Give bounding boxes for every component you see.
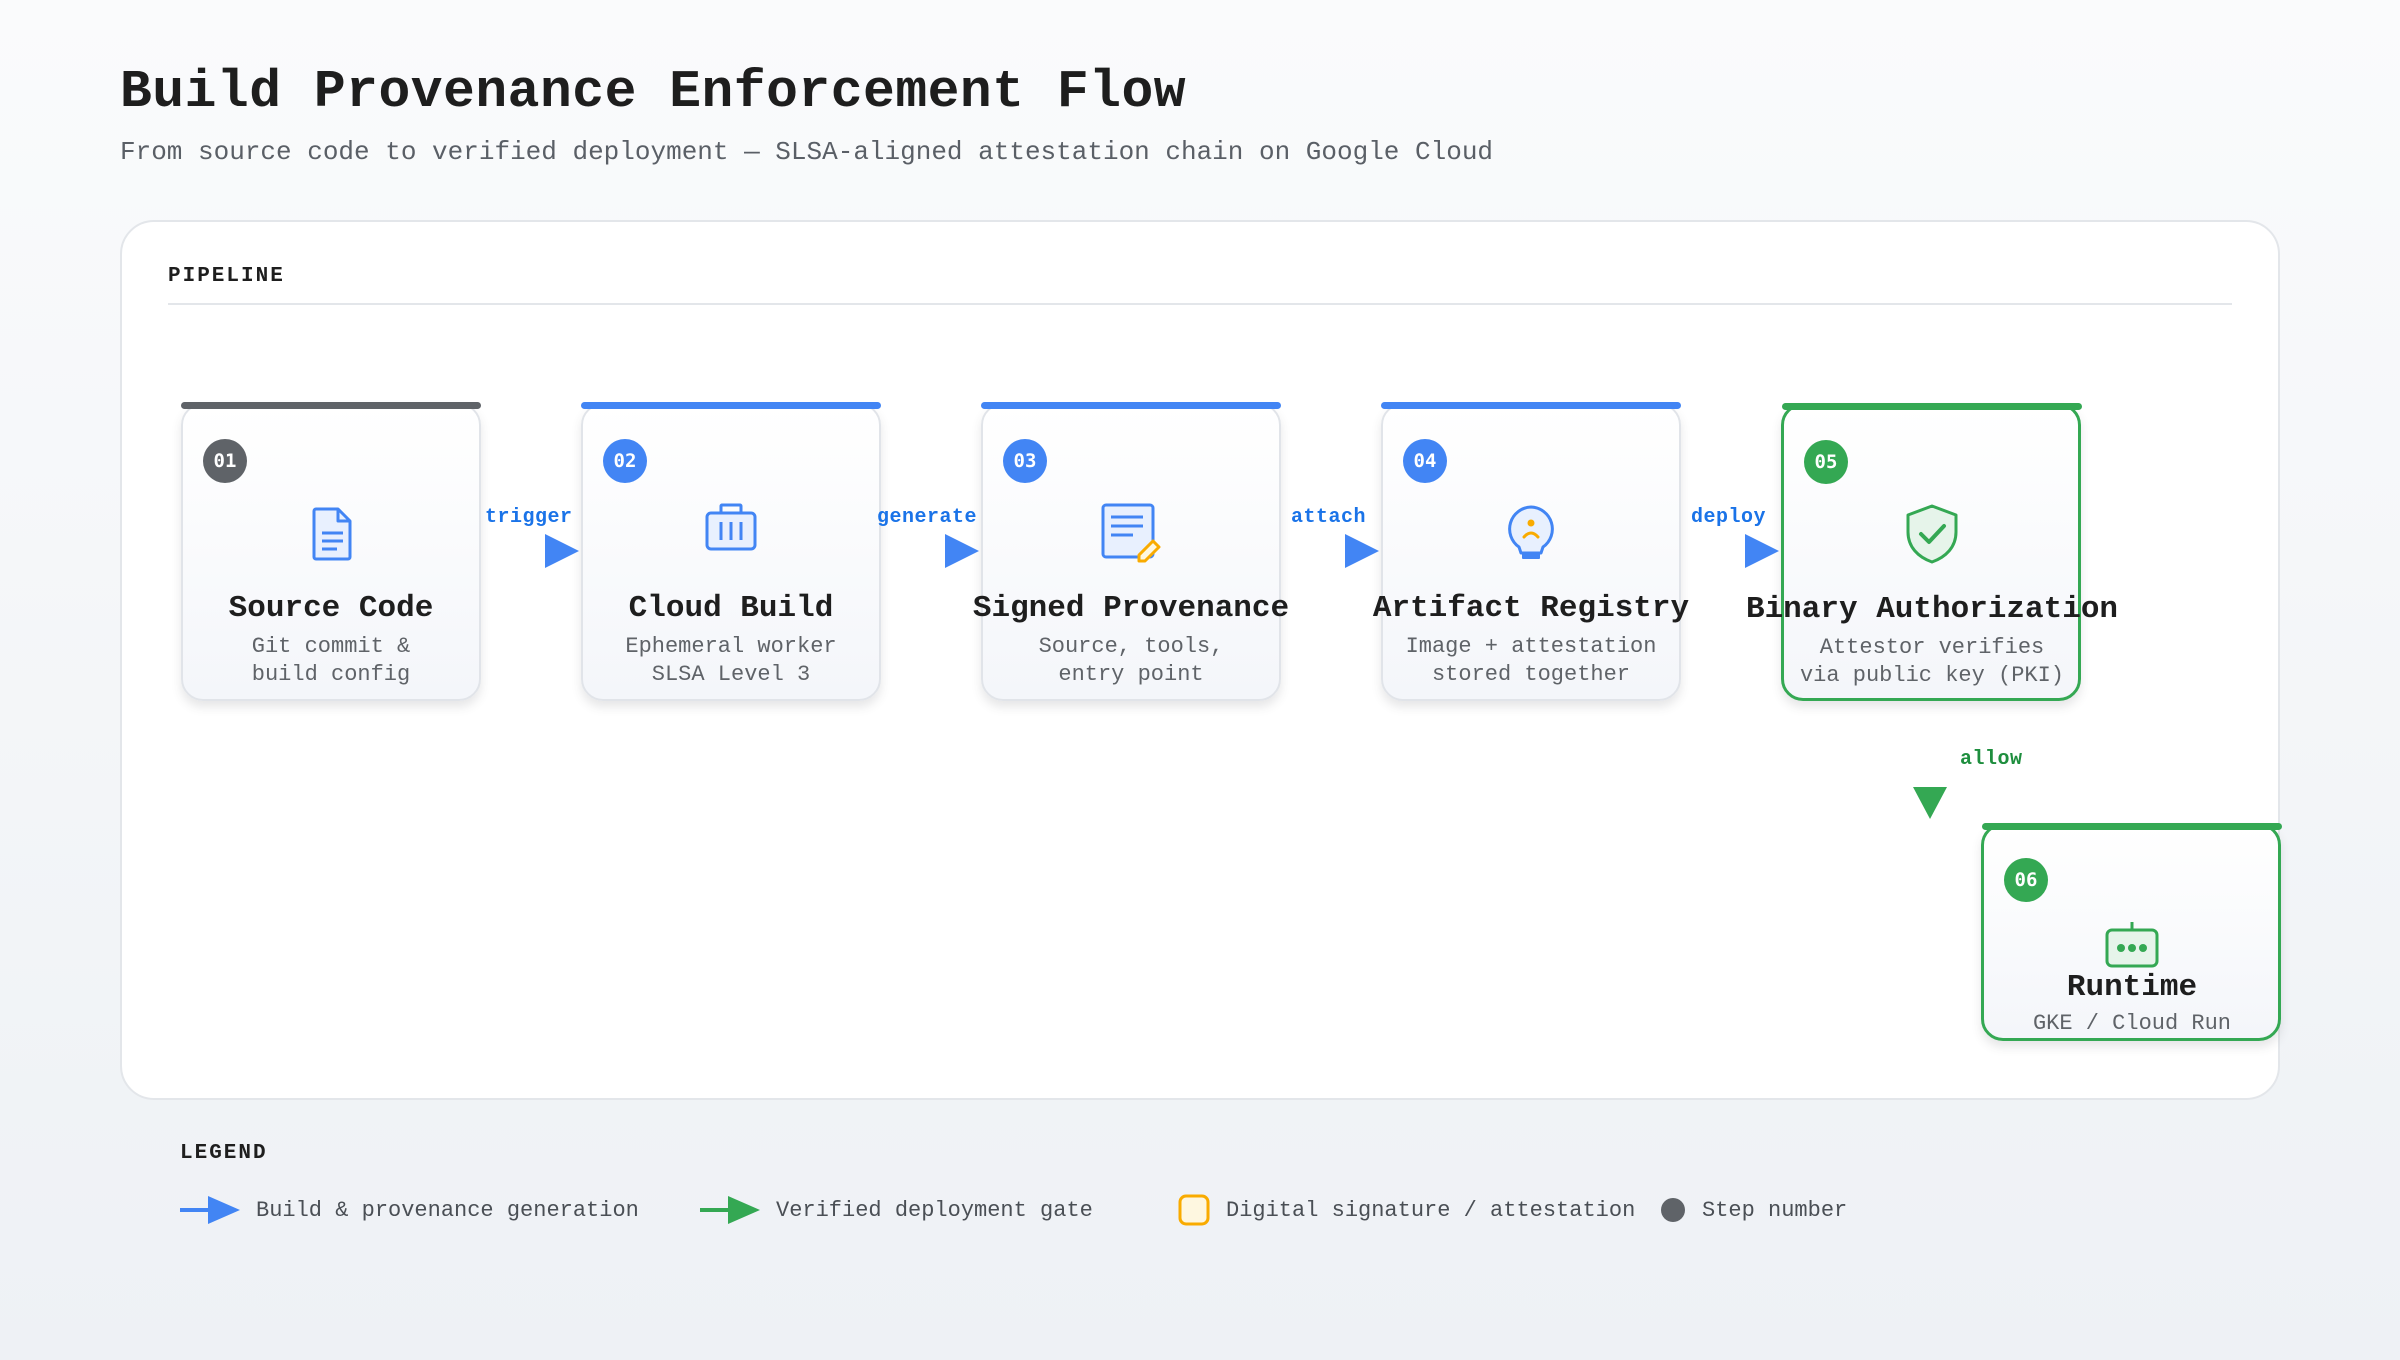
legend-label: Verified deployment gate (776, 1197, 1093, 1223)
step-title: Signed Provenance (972, 591, 1290, 626)
connector-label: attach (1291, 506, 1367, 529)
registry-bulb-icon (1493, 495, 1569, 571)
runtime-container-icon (2102, 918, 2162, 978)
step-title: Binary Authorization (1745, 592, 2119, 627)
connector-attach: attach (1281, 500, 1381, 600)
card-accent-bar (581, 402, 881, 409)
step-description: Image + attestation stored together (1405, 634, 1657, 687)
step-number-badge: 01 (203, 439, 247, 483)
build-container-icon (693, 495, 769, 571)
step-description: Source, tools, entry point (1038, 634, 1224, 687)
legend-item-build: Build & provenance generation (180, 1190, 639, 1230)
legend-label: Build & provenance generation (256, 1197, 639, 1223)
step-number-badge: 05 (1804, 440, 1848, 484)
step-card-artifact-registry[interactable]: 04 Artifact Registry Image + attestation… (1373, 402, 1689, 701)
step-card-signed-provenance[interactable]: 03 Signed Provenance Source, tools, entr… (973, 402, 1289, 701)
legend-item-step-number: Step number (1660, 1190, 1847, 1230)
blue-arrow-icon (1745, 534, 1779, 568)
step-card-cloud-build[interactable]: 02 Cloud Build Ephemeral worker SLSA Lev… (581, 402, 881, 701)
document-icon (293, 495, 369, 571)
green-arrow-icon (700, 1196, 760, 1224)
amber-square-icon (1178, 1194, 1210, 1226)
step-number-badge: 04 (1403, 439, 1447, 483)
green-arrow-icon (1913, 787, 1947, 819)
connector-allow: allow (1900, 745, 2023, 825)
card-accent-bar (981, 402, 1281, 409)
blue-arrow-icon (1345, 534, 1379, 568)
card-accent-bar (1381, 402, 1681, 409)
blue-arrow-icon (180, 1196, 240, 1224)
step-number-badge: 03 (1003, 439, 1047, 483)
signed-document-icon (1093, 495, 1169, 571)
legend-title: LEGEND (180, 1142, 268, 1165)
panel-label: PIPELINE (168, 265, 285, 288)
step-title: Artifact Registry (1372, 591, 1690, 626)
step-number-badge: 02 (603, 439, 647, 483)
connector-trigger: trigger (481, 500, 581, 600)
legend-label: Step number (1702, 1197, 1848, 1223)
shield-check-icon (1894, 496, 1970, 572)
step-card-runtime[interactable]: 06 Runtime GKE / Cloud Run (1981, 823, 2282, 1041)
step-description: Attestor verifies via public key (PKI) (1799, 635, 2065, 688)
gray-dot-icon (1661, 1198, 1685, 1222)
connector-label: generate (877, 506, 978, 529)
card-accent-bar (181, 402, 481, 409)
step-card-binary-authorization[interactable]: 05 Binary Authorization Attestor verifie… (1746, 403, 2118, 701)
connector-label: deploy (1691, 506, 1767, 529)
step-title: Cloud Build (628, 591, 834, 626)
connector-label: allow (1960, 748, 2023, 771)
legend-label: Digital signature / attestation (1226, 1197, 1636, 1223)
step-title: Source Code (228, 591, 434, 626)
step-number-badge: 06 (2004, 858, 2048, 902)
step-description: Git commit & build config (251, 634, 411, 687)
blue-arrow-icon (945, 534, 979, 568)
connector-generate: generate (877, 500, 981, 600)
legend-item-signature: Digital signature / attestation (1178, 1190, 1635, 1230)
legend-item-verified: Verified deployment gate (700, 1190, 1093, 1230)
card-accent-bar (1982, 823, 2282, 830)
step-card-source-code[interactable]: 01 Source Code Git commit & build config (181, 402, 481, 701)
step-title: Runtime (2066, 970, 2198, 1005)
page-subtitle: From source code to verified deployment … (120, 137, 1494, 167)
step-description: GKE / Cloud Run (2032, 1011, 2232, 1036)
card-accent-bar (1782, 403, 2082, 410)
blue-arrow-icon (545, 534, 579, 568)
step-description: Ephemeral worker SLSA Level 3 (625, 634, 837, 687)
page-title: Build Provenance Enforcement Flow (120, 62, 1187, 122)
panel-divider (168, 303, 2232, 305)
connector-label: trigger (485, 506, 573, 529)
connector-deploy: deploy (1681, 500, 1781, 600)
